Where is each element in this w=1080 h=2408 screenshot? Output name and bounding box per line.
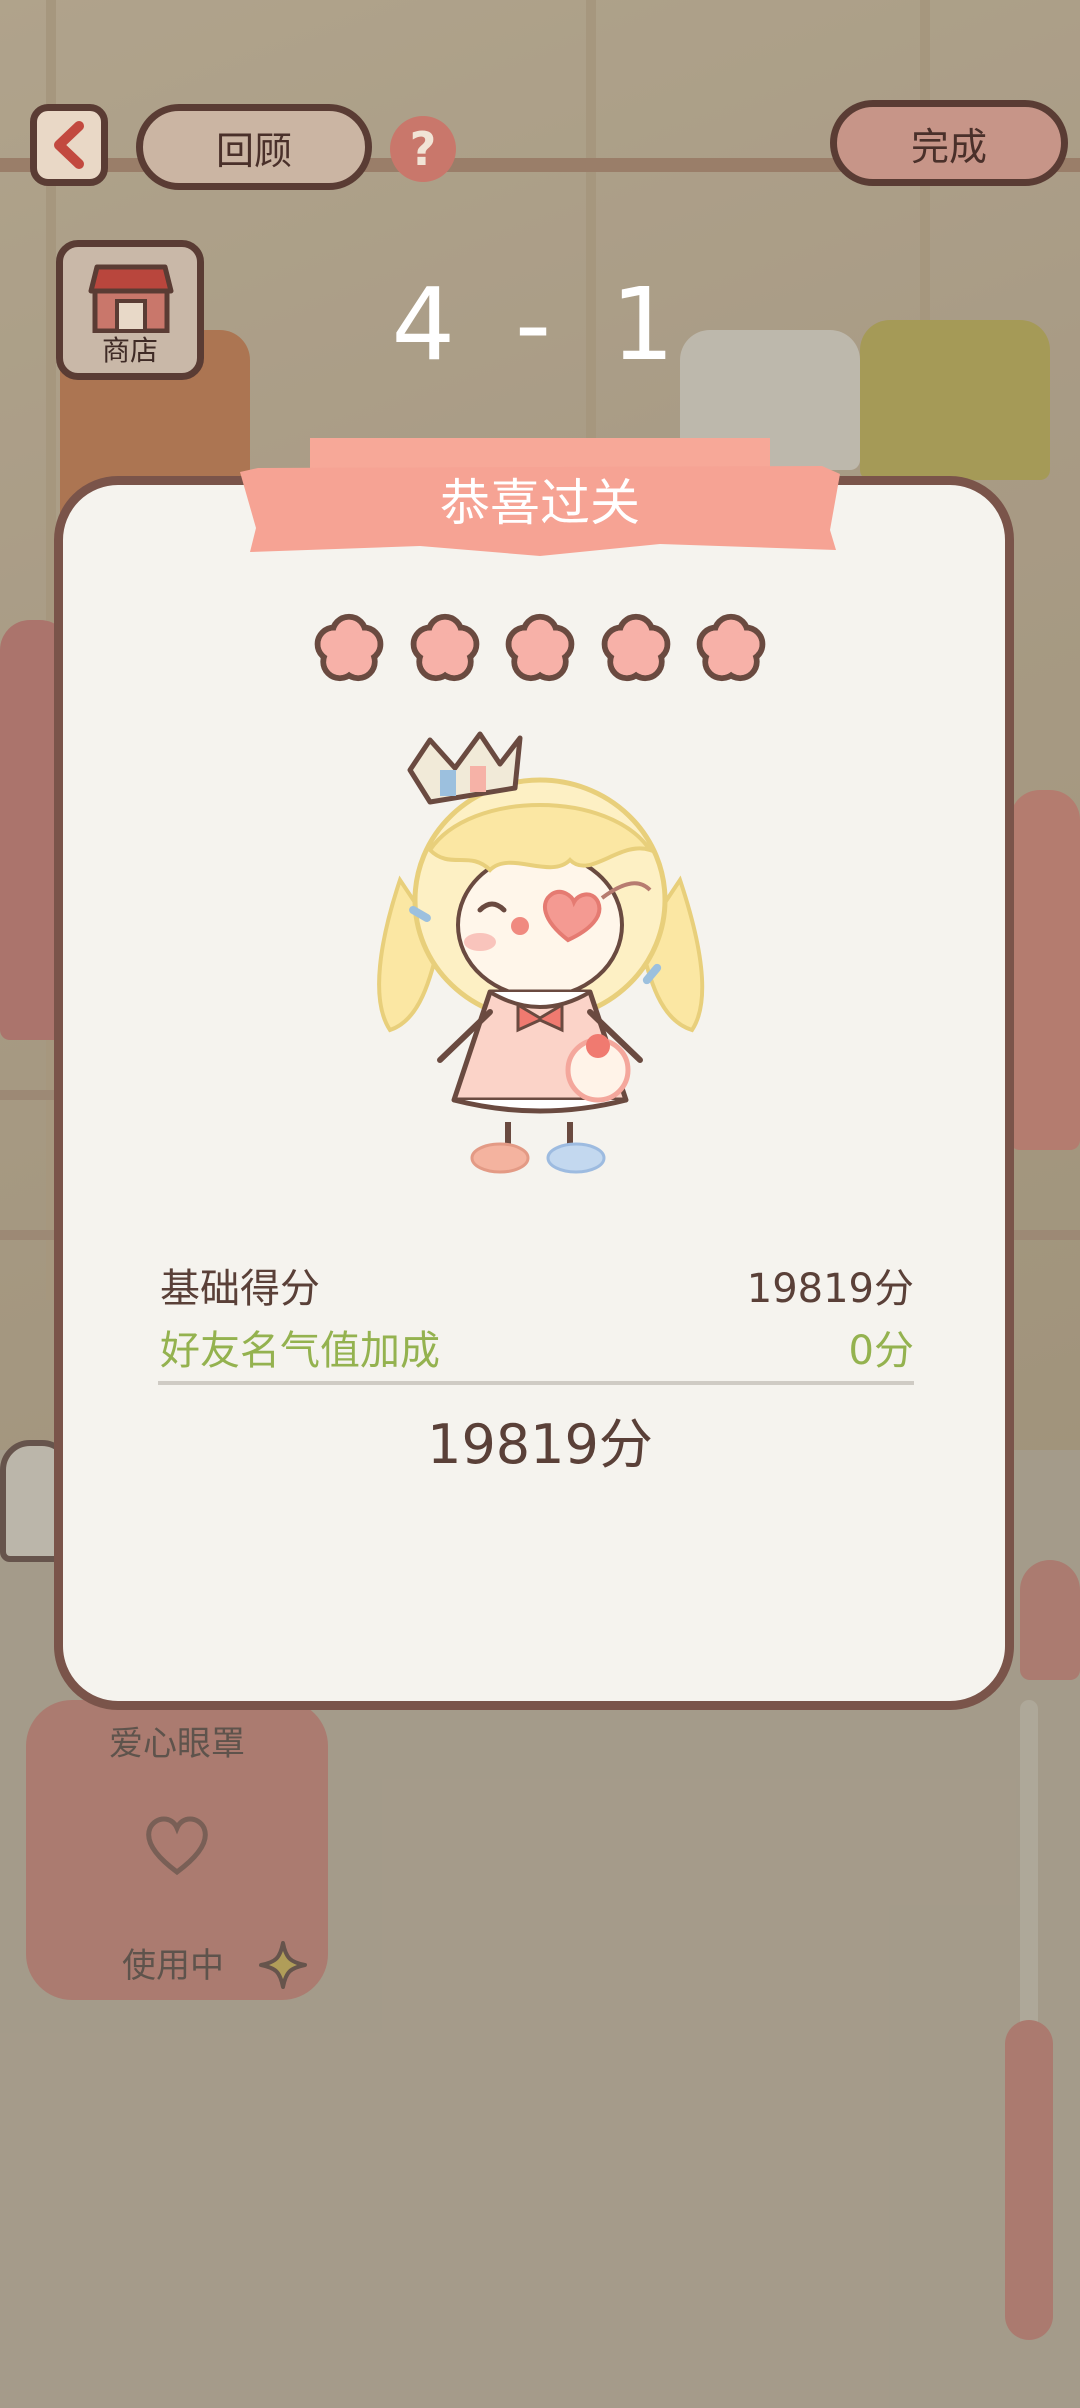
congrats-banner: 恭喜过关: [440, 474, 640, 532]
base-score-value: 19819分: [746, 1266, 914, 1312]
help-button[interactable]: ?: [390, 116, 456, 182]
friend-bonus-label: 好友名气值加成: [160, 1328, 440, 1374]
base-score-label: 基础得分: [160, 1266, 320, 1312]
done-button[interactable]: 完成: [830, 100, 1068, 186]
dressed-character: [377, 731, 705, 1174]
star-icon: [410, 613, 479, 682]
friend-bonus-row: 好友名气值加成 0分: [160, 1318, 914, 1376]
total-score: 19819分: [427, 1413, 653, 1476]
chevron-left-icon: [54, 121, 84, 169]
score-divider: [158, 1381, 914, 1385]
star-rating: [310, 608, 770, 692]
star-icon: [696, 613, 766, 682]
star-icon: [505, 613, 575, 682]
back-button[interactable]: [30, 104, 108, 186]
friend-bonus-value: 0分: [848, 1328, 914, 1374]
review-button[interactable]: 回顾: [136, 104, 372, 190]
level-title: 4 - 1: [391, 266, 689, 383]
base-score-row: 基础得分 19819分: [160, 1256, 914, 1314]
star-icon: [601, 613, 670, 682]
game-screen: 爱心眼罩 使用中 回顾 ? 完成 商店 4 - 1 恭喜过关 基础得分 1981…: [0, 0, 1080, 2408]
star-icon: [314, 613, 384, 682]
